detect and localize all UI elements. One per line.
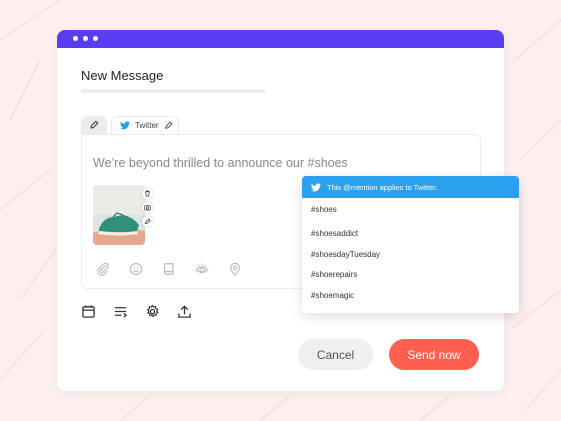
popup-header: This @mention applies to Twitter. [302,176,519,198]
pencil-icon [90,120,99,129]
pencil-icon [164,121,172,129]
window-dot [73,36,78,41]
window-dot [93,36,98,41]
twitter-icon [311,182,321,191]
replace-attachment-button[interactable] [142,202,153,213]
tab-twitter-label: Twitter [135,121,159,130]
shoe-image [93,185,145,245]
book-icon[interactable] [162,262,176,276]
suggestion-item[interactable]: #shoesaddict [311,229,358,238]
location-pin-icon[interactable] [228,262,242,276]
eye-icon[interactable] [195,262,209,276]
paperclip-icon[interactable] [96,262,110,276]
send-now-button[interactable]: Send now [389,339,479,370]
popup-header-text: This @mention applies to Twitter. [327,182,438,192]
attached-image-shoe [93,185,145,245]
tab-general-edit[interactable] [81,116,107,134]
suggestion-item[interactable]: #shoesdayTuesday [311,250,380,259]
hashtag-suggestions-popup: This @mention applies to Twitter. #shoes… [302,176,519,313]
camera-icon [144,205,151,211]
gear-icon[interactable] [145,304,160,319]
title-underline [81,89,266,93]
suggestion-item[interactable]: #shoemagic [311,291,354,300]
attachment-actions [142,188,153,227]
delete-attachment-button[interactable] [142,188,153,199]
twitter-icon [120,121,130,130]
pencil-icon [144,218,151,225]
message-text-input[interactable]: We’re beyond thrilled to announce our #s… [93,156,348,170]
tab-twitter[interactable]: Twitter [111,116,179,134]
upload-icon[interactable] [177,304,192,319]
composer-toolbar [96,262,242,276]
edit-attachment-button[interactable] [142,216,153,227]
compose-title: New Message [81,68,164,83]
emoji-icon[interactable] [129,262,143,276]
queue-icon[interactable] [113,304,128,319]
message-toolbar [81,304,192,319]
cancel-button[interactable]: Cancel [298,339,373,370]
suggestion-item[interactable]: #shoes [311,205,337,214]
trash-icon [145,190,150,197]
window-dot [83,36,88,41]
calendar-icon[interactable] [81,304,96,319]
suggestion-item[interactable]: #shoerepairs [311,270,357,279]
window-titlebar [57,30,504,48]
